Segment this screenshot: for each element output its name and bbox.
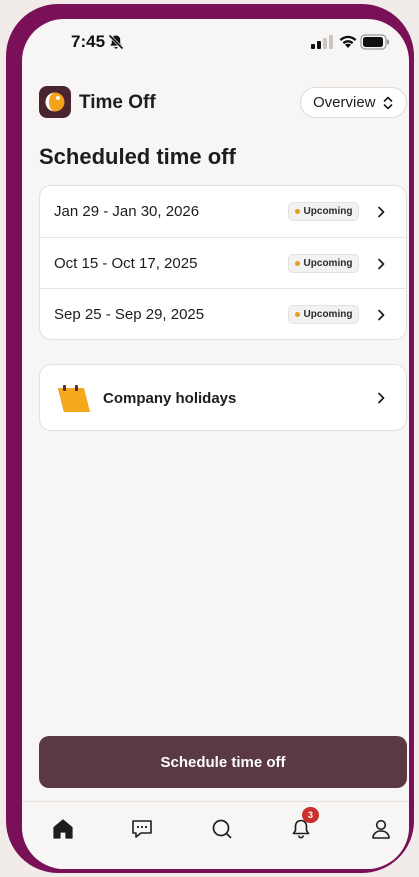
- chevron-right-icon: [378, 392, 385, 404]
- status-label: Upcoming: [303, 206, 353, 217]
- scheduled-time-off-list: Jan 29 - Jan 30, 2026 Upcoming Oct 15 - …: [39, 185, 407, 340]
- status-label: Upcoming: [303, 257, 353, 269]
- tab-profile[interactable]: [368, 816, 394, 842]
- signal-icon: [311, 35, 333, 49]
- schedule-time-off-button[interactable]: Schedule time off: [39, 736, 407, 788]
- status-badge: Upcoming: [288, 253, 359, 273]
- chevron-right-icon: [378, 206, 385, 218]
- list-item[interactable]: Sep 25 - Sep 29, 2025 Upcoming: [40, 289, 406, 339]
- person-icon: [372, 819, 390, 839]
- page-title: Time Off: [79, 92, 156, 113]
- phone-frame: 7:45 Time Off Overview Scheduled time of…: [6, 4, 414, 873]
- overview-label: Overview: [313, 94, 376, 111]
- section-title: Scheduled time off: [39, 144, 236, 169]
- status-label: Upcoming: [303, 309, 353, 320]
- overview-selector[interactable]: Overview: [300, 87, 407, 118]
- tab-bar: 3: [22, 801, 409, 869]
- status-dot-icon: [294, 209, 300, 214]
- list-item[interactable]: Jan 29 - Jan 30, 2026 Upcoming: [40, 186, 406, 238]
- notification-count-badge: 3: [302, 807, 319, 823]
- status-badge: Upcoming: [288, 202, 359, 221]
- company-holidays-label: Company holidays: [103, 390, 237, 407]
- tab-home[interactable]: [50, 816, 76, 842]
- calendar-icon: [58, 385, 90, 412]
- time-off-dates: Oct 15 - Oct 17, 2025: [54, 254, 198, 272]
- status-dot-icon: [294, 260, 300, 266]
- time-off-logo-icon: [45, 92, 65, 112]
- bell-off-icon: [108, 34, 124, 50]
- chevron-right-icon: [378, 309, 385, 321]
- search-icon: [212, 819, 232, 839]
- wifi-icon: [339, 35, 357, 48]
- screen: 7:45 Time Off Overview Scheduled time of…: [22, 19, 409, 869]
- status-time: 7:45: [71, 32, 106, 51]
- tab-messages[interactable]: [129, 816, 155, 842]
- time-off-dates: Sep 25 - Sep 29, 2025: [54, 306, 205, 323]
- battery-icon: [360, 34, 389, 50]
- chevron-right-icon: [378, 258, 385, 269]
- tab-search[interactable]: [209, 816, 235, 842]
- status-badge: Upcoming: [288, 305, 359, 324]
- chat-icon: [132, 820, 152, 838]
- list-item[interactable]: Oct 15 - Oct 17, 2025 Upcoming: [40, 238, 406, 289]
- home-icon: [53, 819, 73, 839]
- chevron-up-down-icon: [383, 96, 392, 109]
- status-bar: 7:45: [22, 19, 409, 69]
- company-holidays-card[interactable]: Company holidays: [39, 364, 407, 431]
- time-off-dates: Jan 29 - Jan 30, 2026: [54, 203, 200, 220]
- tab-notifications[interactable]: 3: [288, 807, 319, 842]
- status-dot-icon: [294, 312, 300, 317]
- app-logo: [39, 86, 71, 118]
